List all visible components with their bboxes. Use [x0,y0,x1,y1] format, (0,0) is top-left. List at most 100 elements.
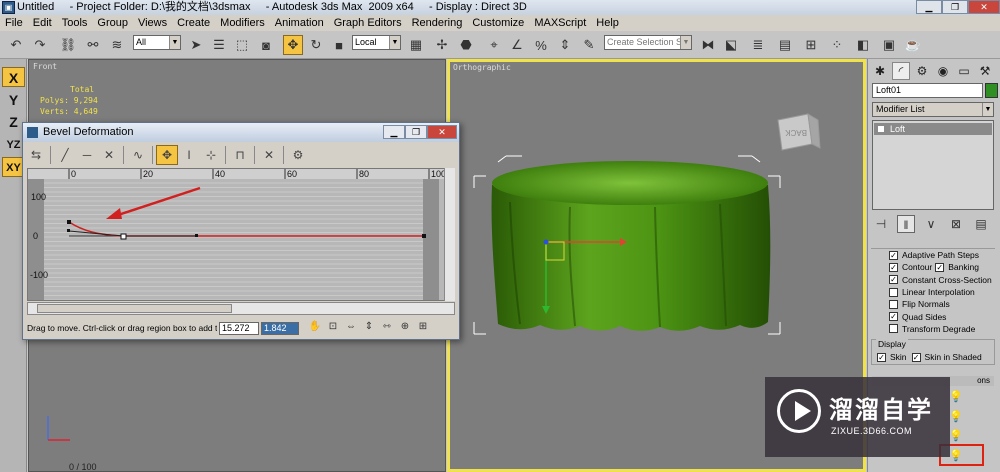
insert-corner-point-icon[interactable]: ⊹ [200,145,222,165]
percent-snap-icon[interactable]: % [531,35,551,55]
frame-counter[interactable]: 0 / 100 [69,462,97,472]
reset-curve-icon[interactable]: ✕ [258,145,280,165]
constant-cross-section-checkbox[interactable]: ✓ Constant Cross-Section [871,274,995,286]
make-symmetrical-icon[interactable]: ⇆ [25,145,47,165]
lightbulb-icon[interactable]: 💡 [949,410,963,424]
display-y-axis-icon[interactable]: ─ [76,145,98,165]
select-and-move-icon[interactable]: ✥ [283,35,303,55]
display-x-axis-icon[interactable]: ╱ [54,145,76,165]
dialog-close-button[interactable]: ✕ [427,125,457,139]
menu-group[interactable]: Group [92,15,133,31]
select-manipulate-icon[interactable]: ✢ [432,35,452,55]
contour-checkbox[interactable]: ✓ Contour ✓ Banking [871,261,995,273]
menu-help[interactable]: Help [591,15,624,31]
display-xy-axes-icon[interactable]: ✕ [98,145,120,165]
remove-modifier-icon[interactable]: ⊠ [947,215,965,233]
make-unique-icon[interactable]: ∨ [922,215,940,233]
app-icon[interactable]: ▣ [2,1,15,14]
delete-control-point-icon[interactable]: ⊓ [229,145,251,165]
motion-tab-icon[interactable]: ◉ [934,62,952,80]
ref-coord-dropdown[interactable]: Local ▼ [352,35,401,50]
bind-space-warp-icon[interactable]: ≋ [107,35,127,55]
linear-interpolation-checkbox[interactable]: Linear Interpolation [871,286,995,298]
pin-stack-icon[interactable]: ⊣ [872,215,890,233]
stack-item-loft[interactable]: Loft [874,123,992,135]
menu-edit[interactable]: Edit [28,15,57,31]
deformation-graph[interactable]: 0 20 40 60 80 100 100 0 -100 [27,168,455,301]
dialog-minimize-button[interactable]: ▁ [383,125,405,139]
zoom-horizontal-extents-icon[interactable]: ⇔ [343,321,359,336]
quad-sides-checkbox[interactable]: ✓ Quad Sides [871,310,995,322]
edit-named-selection-icon[interactable]: ✎ [579,35,599,55]
use-pivot-icon[interactable]: ▦ [406,35,426,55]
layer-manager-icon[interactable]: ≣ [748,35,768,55]
dialog-title-bar[interactable]: Bevel Deformation ▁ ❐ ✕ [23,123,459,142]
menu-tools[interactable]: Tools [57,15,93,31]
maximize-button[interactable]: ❐ [942,0,968,14]
schematic-view-icon[interactable]: ⊞ [801,35,821,55]
dialog-maximize-button[interactable]: ❐ [405,125,427,139]
align-icon[interactable]: ⬕ [721,35,741,55]
configure-sets-icon[interactable]: ▤ [972,215,990,233]
modifier-list-dropdown[interactable]: Modifier List ▼ [872,102,994,117]
rect-selection-icon[interactable]: ⬚ [232,35,252,55]
y-value-field[interactable]: 1.842 [261,321,299,335]
menu-animation[interactable]: Animation [270,15,329,31]
skin-checkbox[interactable]: ✓ Skin [877,351,907,363]
object-color-swatch[interactable] [985,83,998,98]
pan-icon[interactable]: ✋ [307,321,323,336]
menu-rendering[interactable]: Rendering [407,15,468,31]
named-selection-field[interactable]: Create Selection Se ▼ [604,35,692,50]
select-by-name-icon[interactable]: ☰ [209,35,229,55]
zoom-region-icon[interactable]: ⊞ [415,321,431,336]
skin-in-shaded-checkbox[interactable]: ✓ Skin in Shaded [911,351,982,363]
x-value-field[interactable]: 15.272 [219,321,259,335]
modify-tab-icon[interactable]: ◜ [892,62,910,80]
redo-icon[interactable]: ↷ [30,35,50,55]
swap-curves-icon[interactable]: ∿ [127,145,149,165]
hierarchy-tab-icon[interactable]: ⚙ [913,62,931,80]
close-button[interactable]: ✕ [968,0,1000,14]
mirror-icon[interactable]: ⧓ [698,35,718,55]
minimize-button[interactable]: ▁ [916,0,942,14]
handle-point[interactable] [67,229,70,232]
selection-filter-dropdown[interactable]: All ▼ [133,35,181,50]
zoom-vertical-extents-icon[interactable]: ⇕ [361,321,377,336]
quick-render-icon[interactable]: ☕ [903,35,923,55]
lock-aspect-icon[interactable]: ⚙ [287,145,309,165]
flip-normals-checkbox[interactable]: Flip Normals [871,298,995,310]
vertical-scrollbar[interactable] [444,168,455,301]
loft-body[interactable] [491,185,771,331]
menu-customize[interactable]: Customize [467,15,529,31]
constrain-y-button[interactable]: Y [2,90,25,110]
create-tab-icon[interactable]: ✱ [871,62,889,80]
show-end-result-icon[interactable]: ‖ [897,215,915,233]
undo-icon[interactable]: ↶ [6,35,26,55]
horizontal-scrollbar[interactable] [27,302,455,315]
spinner-snap-icon[interactable]: ⇕ [555,35,575,55]
snap-icon[interactable]: ⬣ [456,35,476,55]
control-point[interactable] [67,220,71,224]
control-point-selected[interactable] [120,233,127,240]
handle-point[interactable] [195,234,198,237]
render-frame-icon[interactable]: ▣ [879,35,899,55]
display-tab-icon[interactable]: ▭ [955,62,973,80]
viewport-label[interactable]: Front [33,62,57,71]
menu-views[interactable]: Views [133,15,172,31]
render-setup-icon[interactable]: ◧ [853,35,873,55]
lightbulb-icon[interactable]: 💡 [949,429,963,443]
menu-maxscript[interactable]: MAXScript [529,15,591,31]
material-editor-icon[interactable]: ⁘ [827,35,847,55]
window-crossing-icon[interactable]: ◙ [256,35,276,55]
select-and-rotate-icon[interactable]: ↻ [306,35,326,55]
snap-2.5-icon[interactable]: ⌖ [484,35,504,55]
zoom-horizontal-icon[interactable]: ⇿ [379,321,395,336]
select-link-icon[interactable]: ⛓ [58,35,78,55]
control-point[interactable] [422,234,426,238]
object-name-field[interactable]: Loft01 [872,83,983,98]
menu-modifiers[interactable]: Modifiers [215,15,270,31]
banking-checkbox[interactable]: ✓ [935,262,945,272]
scale-control-point-icon[interactable]: I [178,145,200,165]
zoom-icon[interactable]: ⊕ [397,321,413,336]
adaptive-path-steps-checkbox[interactable]: ✓ Adaptive Path Steps [871,249,995,261]
